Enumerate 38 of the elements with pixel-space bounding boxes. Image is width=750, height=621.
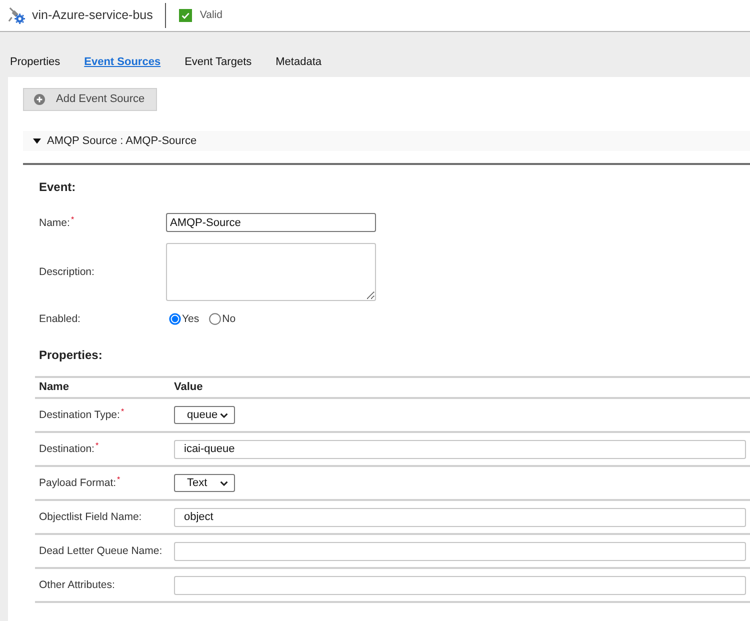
chevron-down-icon bbox=[220, 412, 228, 418]
property-label: Objectlist Field Name: bbox=[39, 510, 142, 524]
dropdown[interactable]: Text bbox=[174, 474, 235, 492]
property-label: Dead Letter Queue Name: bbox=[39, 544, 162, 558]
text-field[interactable]: object bbox=[174, 508, 746, 526]
text-field[interactable]: AMQP-Source bbox=[166, 213, 376, 232]
field-label: Name:$^{*}$ bbox=[39, 216, 74, 230]
property-label: Payload Format:$^{*}$ bbox=[39, 476, 120, 490]
property-label: Other Attributes: bbox=[39, 578, 115, 592]
chevron-down-icon bbox=[220, 480, 228, 486]
radio-button[interactable] bbox=[209, 313, 222, 325]
text-field[interactable] bbox=[174, 576, 746, 594]
tab[interactable]: Properties bbox=[10, 55, 60, 69]
plus-circle-icon bbox=[34, 94, 45, 105]
property-label: Destination Type:$^{*}$ bbox=[39, 408, 124, 422]
plug-gear-icon bbox=[8, 7, 25, 24]
description-field[interactable] bbox=[166, 243, 376, 301]
add-button[interactable]: Add Event Source bbox=[23, 88, 157, 111]
checkmark-icon bbox=[178, 9, 192, 22]
dropdown[interactable]: queue bbox=[174, 406, 235, 424]
column-header: Name bbox=[38, 380, 70, 396]
app-title: vin-Azure-service-bus bbox=[32, 7, 153, 24]
section-heading: Properties: bbox=[39, 348, 102, 362]
radio-button[interactable] bbox=[169, 313, 181, 325]
tab[interactable]: Event Targets bbox=[184, 55, 252, 69]
property-label: Destination:$^{*}$ bbox=[39, 442, 99, 456]
status-label: Valid bbox=[200, 8, 222, 23]
tab[interactable]: Event Sources bbox=[84, 55, 161, 69]
column-header: Value bbox=[174, 380, 204, 396]
text-field[interactable] bbox=[174, 542, 746, 560]
field-label: Enabled: bbox=[39, 312, 80, 326]
field-label: Description: bbox=[39, 265, 94, 279]
text-field[interactable]: icai-queue bbox=[174, 440, 746, 458]
section-header[interactable]: AMQP Source : AMQP-Source bbox=[23, 131, 750, 151]
radio-label: Yes bbox=[182, 312, 200, 326]
tab[interactable]: Metadata bbox=[276, 55, 322, 69]
section-heading: Event: bbox=[39, 180, 76, 194]
radio-label: No bbox=[222, 312, 236, 326]
